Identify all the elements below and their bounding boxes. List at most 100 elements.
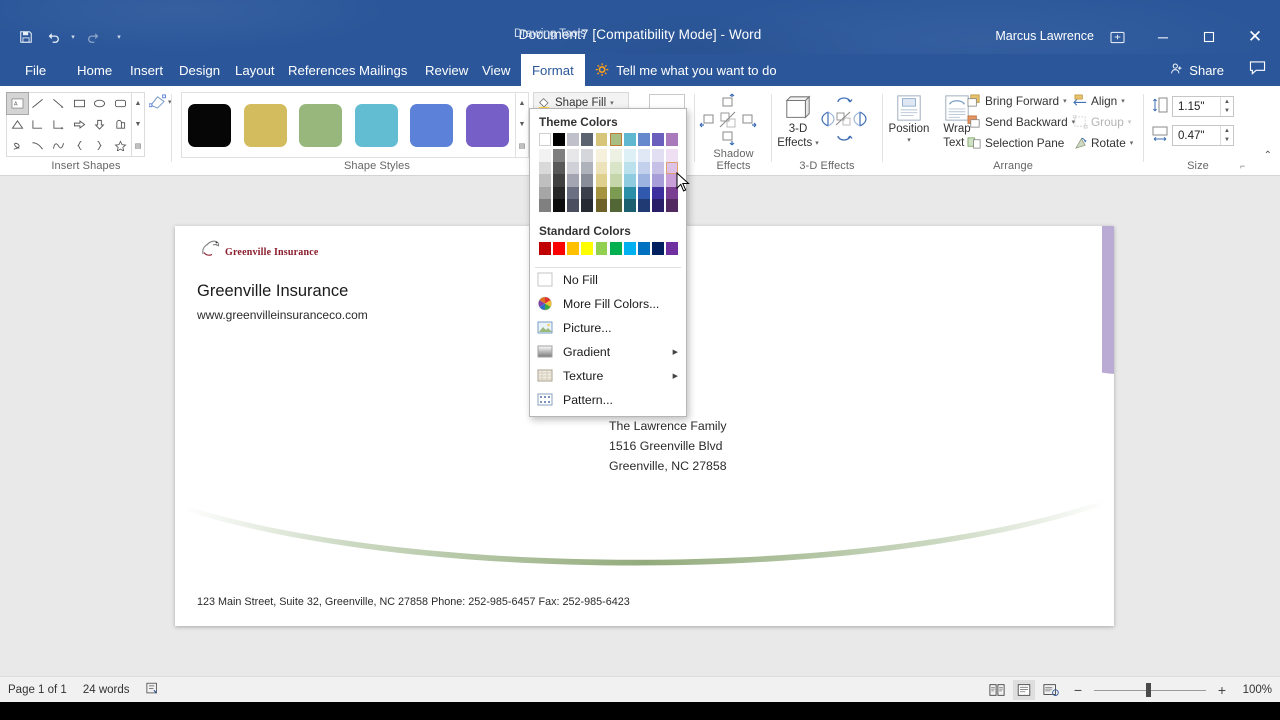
tilt-right-icon[interactable] [850,110,870,128]
variant-1-3[interactable] [567,149,580,162]
variant-4-1[interactable] [539,186,551,199]
variant-3-6[interactable] [609,174,622,187]
shape-width-input[interactable]: 0.47" ▲ ▼ [1172,125,1234,146]
word-count[interactable]: 24 words [83,684,130,696]
theme-variant-row-4[interactable] [539,186,679,199]
chevron-down-icon[interactable]: ▾ [1063,97,1067,105]
style-swatch-2[interactable] [243,103,287,147]
variant-3-7[interactable] [623,174,636,187]
variant-5-1[interactable] [539,199,551,212]
nudge-shadow-down-icon[interactable] [718,128,738,148]
read-mode-icon[interactable] [986,680,1008,700]
standard-color-red[interactable] [553,241,566,255]
variant-1-8[interactable] [637,149,650,162]
variant-1-4[interactable] [581,149,594,162]
variant-3-8[interactable] [637,174,650,187]
variant-4-2[interactable] [553,186,566,199]
elbow-connector-shape[interactable] [28,114,49,135]
theme-color-1[interactable] [539,133,551,146]
variant-4-6[interactable] [609,186,622,199]
standard-color-light-blue[interactable] [623,241,636,255]
comments-icon[interactable] [1249,60,1266,78]
scribble-shape[interactable] [7,135,28,156]
zoom-slider[interactable] [1094,680,1206,700]
arc-shape[interactable] [48,135,69,156]
scroll-up-icon[interactable]: ▲ [516,93,528,114]
company-logo[interactable]: Greenville Insurance [197,234,397,268]
send-backward-button[interactable]: Send Backward ▾ [967,112,1075,132]
arrow-line-shape[interactable] [48,93,69,114]
triangle-shape[interactable] [7,114,28,135]
standard-color-purple[interactable] [666,241,679,255]
standard-color-light-green[interactable] [595,241,608,255]
selection-pane-button[interactable]: Selection Pane [967,133,1064,153]
standard-color-dark-blue[interactable] [652,241,664,255]
oval-shape[interactable] [90,93,111,114]
variant-3-3[interactable] [567,174,580,187]
tab-mailings[interactable]: Mailings [348,54,418,86]
ribbon-display-options-icon[interactable] [1106,27,1128,47]
variant-2-5[interactable] [595,161,608,174]
theme-color-4[interactable] [581,133,594,146]
chevron-down-icon[interactable]: ▾ [610,99,614,107]
spin-down-icon[interactable]: ▼ [1221,136,1233,146]
variant-4-7[interactable] [623,186,636,199]
theme-base-row[interactable] [539,133,679,146]
variant-5-3[interactable] [567,199,580,212]
variant-1-6[interactable] [609,149,622,162]
position-button[interactable]: Position ▾ [883,94,935,145]
tab-view[interactable]: View [471,54,521,86]
variant-1-9[interactable] [652,149,664,162]
theme-color-6[interactable] [609,133,622,146]
chevron-down-icon[interactable]: ▾ [1121,97,1125,105]
variant-3-5[interactable] [595,174,608,187]
down-arrow-shape[interactable] [90,114,111,135]
insert-shapes-scrollbar[interactable]: ▲ ▼ ▤ [132,92,145,157]
variant-1-7[interactable] [623,149,636,162]
restore-button[interactable] [1186,20,1232,54]
variant-3-4[interactable] [581,174,594,187]
shape-style-swatch[interactable] [182,103,238,147]
variant-3-9[interactable] [652,174,664,187]
variant-2-8[interactable] [637,161,650,174]
nudge-shadow-up-icon[interactable] [718,92,738,112]
shape-styles-scrollbar[interactable]: ▲ ▼ ▤ [516,92,529,158]
tab-file[interactable]: File [14,54,57,86]
variant-5-6[interactable] [609,199,622,212]
flowchart-shape[interactable] [110,114,131,135]
style-swatch-5[interactable] [410,103,454,147]
shape-style-swatch[interactable] [293,103,349,147]
tilt-down-icon[interactable] [834,128,854,146]
star-shape[interactable] [110,135,131,156]
spin-up-icon[interactable]: ▲ [1221,97,1233,107]
theme-variant-rows[interactable] [539,149,679,212]
theme-color-9[interactable] [652,133,664,146]
variant-4-4[interactable] [581,186,594,199]
tab-review[interactable]: Review [414,54,479,86]
theme-colors-grid[interactable] [530,133,686,212]
insert-shapes-gallery[interactable]: A [6,92,132,157]
shape-styles-gallery[interactable] [181,92,516,158]
theme-variant-row-3[interactable] [539,174,679,187]
tab-format[interactable]: Format [521,54,585,86]
chevron-down-icon[interactable]: ▾ [815,140,819,148]
recipient-address-block[interactable]: The Lawrence Family 1516 Greenville Blvd… [609,416,727,476]
share-button[interactable]: Share [1170,54,1224,86]
tab-home[interactable]: Home [66,54,123,86]
scroll-up-icon[interactable]: ▲ [132,93,144,114]
variant-5-2[interactable] [553,199,566,212]
print-layout-icon[interactable] [1013,680,1035,700]
style-swatch-3[interactable] [299,103,343,147]
user-account-name[interactable]: Marcus Lawrence [995,29,1094,43]
style-swatch-6[interactable] [465,103,509,147]
variant-2-9[interactable] [652,161,664,174]
menu-item-pattern[interactable]: Pattern... [530,388,686,412]
variant-1-5[interactable] [595,149,608,162]
variant-4-9[interactable] [652,186,664,199]
menu-item-texture[interactable]: Texture ▶ [530,364,686,388]
tell-me-search[interactable]: 🔅 Tell me what you want to do [594,54,777,86]
variant-2-1[interactable] [539,161,551,174]
theme-color-8[interactable] [637,133,650,146]
theme-variant-row-1[interactable] [539,149,679,162]
spin-up-icon[interactable]: ▲ [1221,126,1233,136]
